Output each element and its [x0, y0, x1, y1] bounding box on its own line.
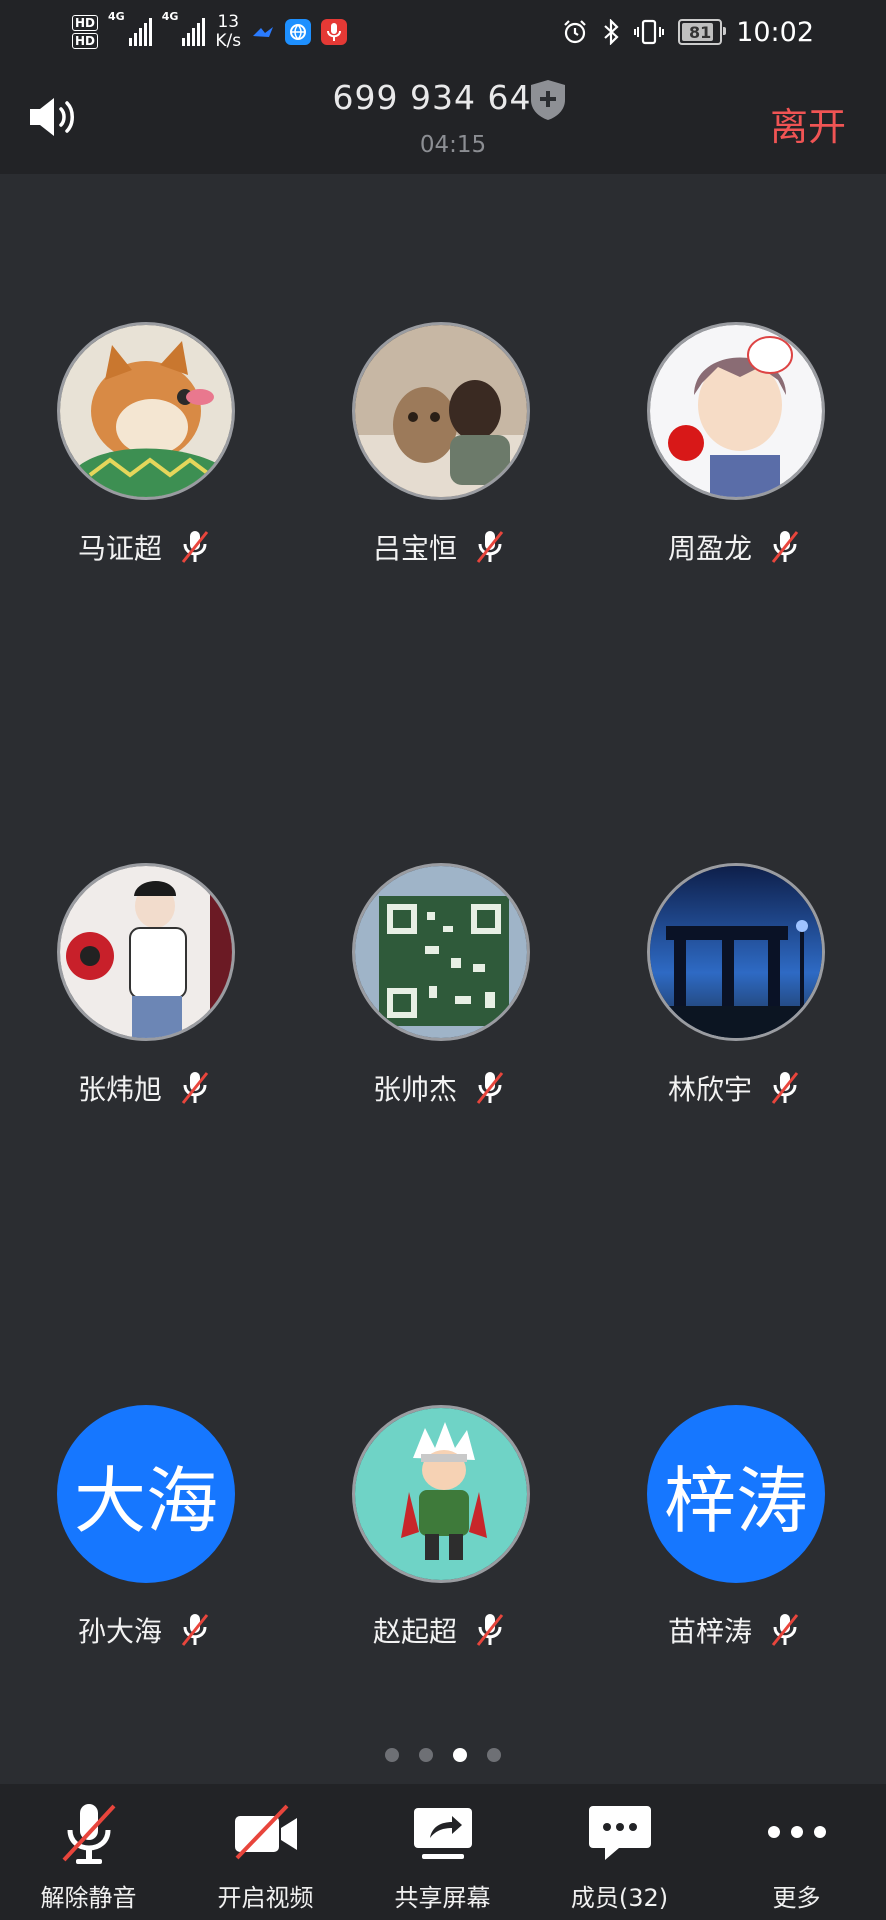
qr-code-avatar [355, 866, 527, 1038]
participant-name-row-9: 苗梓涛 [668, 1610, 800, 1650]
meeting-header: 699 934 644 04:15 离开 [0, 64, 886, 174]
anime-boy-avatar [650, 325, 822, 497]
share-screen-button[interactable]: 共享屏幕 [354, 1784, 531, 1920]
members-label: 成员(32) [570, 1884, 669, 1912]
mic-muted-icon [181, 1072, 209, 1104]
participant-name: 张帅杰 [373, 1073, 458, 1106]
chat-bubble-icon [588, 1806, 651, 1860]
participant-name: 张炜旭 [78, 1073, 163, 1106]
bluetooth-icon [604, 19, 619, 45]
vibrate-icon [634, 19, 665, 45]
speed-value: 13 [217, 12, 240, 32]
network-type-2: 4G [161, 10, 179, 23]
share-screen-icon [413, 1808, 472, 1859]
status-left: HD HD 4G 4G 13 K/s [72, 10, 348, 54]
page-dot-4[interactable] [487, 1748, 501, 1762]
night-gate-avatar [650, 866, 822, 1038]
more-button[interactable]: 更多 [708, 1784, 885, 1920]
participant-name: 苗梓涛 [668, 1615, 753, 1648]
hd2-label: HD [72, 33, 99, 49]
meeting-id[interactable]: 699 934 644 [0, 78, 886, 117]
child-teddy-avatar [355, 325, 527, 497]
leave-button[interactable]: 离开 [770, 96, 846, 151]
participant-avatar-3[interactable] [647, 322, 825, 500]
mic-muted-icon [476, 1072, 504, 1104]
speed-unit: K/s [215, 31, 242, 51]
battery-icon: 81 [678, 19, 727, 45]
shield-icon[interactable] [528, 78, 568, 122]
participant-avatar-7[interactable]: 大海 [57, 1405, 235, 1583]
participant-name: 林欣宇 [668, 1073, 753, 1106]
unmute-label: 解除静音 [40, 1884, 137, 1912]
manga-man-avatar [60, 866, 232, 1038]
participant-name-row-7: 孙大海 [78, 1610, 210, 1650]
mic-muted-icon [771, 531, 799, 563]
participant-avatar-5[interactable] [352, 863, 530, 1041]
mic-muted-icon [181, 1614, 209, 1646]
mic-muted-icon [771, 1614, 799, 1646]
alarm-icon [564, 20, 586, 44]
members-button[interactable]: 成员(32) [531, 1784, 708, 1920]
mic-muted-icon [476, 531, 504, 563]
participant-avatar-2[interactable] [352, 322, 530, 500]
cartoon-ninja-avatar [355, 1408, 527, 1580]
recorder-app-icon [321, 19, 348, 45]
participant-name: 赵起超 [373, 1615, 458, 1648]
page-indicator [0, 1748, 886, 1762]
network-speed: 13 K/s [215, 13, 241, 51]
participant-name-row-1: 马证超 [78, 527, 210, 567]
signal-icon-2 [182, 18, 206, 46]
participant-name: 马证超 [78, 532, 163, 565]
participant-name-row-8: 赵起超 [373, 1610, 505, 1650]
participant-name: 周盈龙 [668, 532, 753, 565]
participant-name-row-2: 吕宝恒 [373, 527, 505, 567]
mic-muted-icon [476, 1614, 504, 1646]
feishu-icon [253, 27, 274, 37]
status-bar: HD HD 4G 4G 13 K/s 81 10:02 [0, 0, 886, 64]
share-label: 共享屏幕 [394, 1884, 491, 1912]
participant-name-row-4: 张炜旭 [78, 1068, 210, 1108]
page-dot-3[interactable] [453, 1748, 467, 1762]
network-type-1: 4G [108, 10, 125, 23]
participant-avatar-9[interactable]: 梓涛 [647, 1405, 825, 1583]
participant-avatar-4[interactable] [57, 863, 235, 1041]
unmute-button[interactable]: 解除静音 [0, 1784, 177, 1920]
page-dot-2[interactable] [419, 1748, 433, 1762]
mic-muted-icon [181, 531, 209, 563]
video-label: 开启视频 [217, 1884, 314, 1912]
page-dot-1[interactable] [385, 1748, 399, 1762]
more-label: 更多 [772, 1884, 821, 1912]
signal-icon [128, 18, 152, 46]
participant-name-row-5: 张帅杰 [373, 1068, 505, 1108]
participant-avatar-6[interactable] [647, 863, 825, 1041]
participant-avatar-1[interactable] [57, 322, 235, 500]
mic-muted-icon [62, 1804, 115, 1864]
clock: 10:02 [736, 16, 814, 48]
participant-name-row-6: 林欣宇 [668, 1068, 800, 1108]
battery-level: 81 [689, 22, 712, 42]
video-off-icon [234, 1804, 297, 1860]
more-dots-icon [767, 1826, 826, 1838]
status-right: 81 10:02 [562, 10, 814, 54]
participant-avatar-8[interactable] [352, 1405, 530, 1583]
avatar-initials: 大海 [73, 1458, 218, 1543]
start-video-button[interactable]: 开启视频 [177, 1784, 354, 1920]
meeting-timer: 04:15 [419, 132, 487, 158]
avatar-initials: 梓涛 [663, 1458, 808, 1543]
participant-name: 吕宝恒 [373, 532, 458, 565]
mic-muted-icon [771, 1072, 799, 1104]
hd1-label: HD [72, 15, 99, 31]
browser-app-icon [285, 19, 312, 45]
bottom-toolbar: 解除静音 开启视频 共享屏幕 成员(32) 更多 [0, 1784, 886, 1920]
shiba-dog-avatar [60, 325, 232, 497]
participant-name: 孙大海 [78, 1615, 163, 1648]
hd-indicator: HD HD [72, 14, 99, 50]
participant-name-row-3: 周盈龙 [668, 527, 800, 567]
